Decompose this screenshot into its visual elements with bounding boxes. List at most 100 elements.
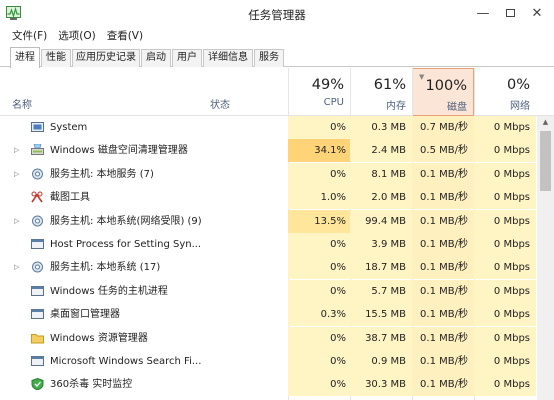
process-name: Windows 磁盘空间清理管理器: [50, 145, 188, 157]
sort-descending-icon: ▼: [419, 73, 425, 81]
gear-icon: [32, 168, 43, 180]
process-network: 0 Mbps: [474, 116, 536, 139]
snipping-tool-icon: [31, 191, 43, 203]
process-cpu: 0%: [288, 350, 350, 373]
minimize-button[interactable]: —: [470, 4, 496, 22]
process-memory: 38.7 MB: [350, 326, 412, 350]
process-memory: 0.9 MB: [350, 350, 412, 373]
memory-total-percent: 61%: [373, 77, 406, 93]
window-icon: [31, 309, 44, 320]
process-memory: 30.3 MB: [350, 373, 412, 397]
tab-app-history[interactable]: 应用历史记录: [72, 49, 140, 67]
process-memory: 18.7 MB: [350, 256, 412, 280]
tab-startup[interactable]: 启动: [141, 49, 171, 67]
process-network: 0 Mbps: [474, 373, 536, 397]
process-row[interactable]: 截图工具 1.0% 2.0 MB 0.1 MB/秒 0 Mbps: [0, 186, 554, 210]
tab-users[interactable]: 用户: [172, 49, 202, 67]
process-row[interactable]: Microsoft Windows Search Fi... 0% 0.9 MB 0.…: [0, 350, 554, 373]
menu-view[interactable]: 查看(V): [107, 27, 143, 45]
process-cpu: 0%: [288, 162, 350, 186]
task-manager-window: 任务管理器 — ✕ 文件(F) 选项(O) 查看(V) 进程 性能 应用历史记录…: [0, 0, 554, 400]
process-name: Microsoft Windows Search Fi...: [50, 356, 202, 367]
process-cpu: 0%: [288, 116, 350, 139]
disk-label: 磁盘: [447, 102, 467, 113]
menu-options[interactable]: 选项(O): [58, 27, 95, 45]
scroll-up-arrow-icon[interactable]: ▲: [537, 116, 554, 129]
column-memory-header[interactable]: 61% 内存: [350, 68, 412, 116]
disk-cleanup-icon: [31, 144, 44, 156]
tab-details[interactable]: 详细信息: [203, 49, 253, 67]
process-cpu: 0%: [288, 373, 350, 397]
column-status-header[interactable]: 状态: [210, 96, 230, 111]
gear-icon: [32, 215, 43, 227]
column-name-header[interactable]: 名称: [12, 96, 32, 111]
process-name: System: [50, 122, 88, 133]
close-icon: ✕: [531, 5, 543, 21]
process-disk: 0.5 MB/秒: [412, 139, 474, 163]
process-disk: 0.1 MB/秒: [412, 256, 474, 280]
process-network: 0 Mbps: [474, 350, 536, 373]
process-memory: 0.3 MB: [350, 116, 412, 139]
column-network-header[interactable]: 0% 网络: [474, 68, 536, 116]
process-cpu: 1.0%: [288, 186, 350, 210]
vertical-scrollbar[interactable]: ▲: [537, 116, 554, 400]
process-network: 0 Mbps: [474, 256, 536, 280]
process-name: 服务主机: 本地系统(网络受限) (9): [50, 215, 202, 227]
process-row[interactable]: ▷ 服务主机: 本地系统(网络受限) (9) 13.5% 99.4 MB 0.1 MB/…: [0, 209, 554, 233]
process-row[interactable]: ▷ 服务主机: 本地系统 (17) 0% 18.7 MB 0.1 MB/秒 0 Mbps: [0, 256, 554, 280]
process-memory: 2.4 MB: [350, 139, 412, 163]
shield-icon: [31, 378, 44, 391]
process-cpu: 0%: [288, 279, 350, 303]
process-memory: 15.5 MB: [350, 303, 412, 327]
tab-services[interactable]: 服务: [254, 49, 284, 67]
process-memory: 5.7 MB: [350, 279, 412, 303]
process-network: 0 Mbps: [474, 233, 536, 256]
process-name: 桌面窗口管理器: [50, 309, 120, 321]
process-disk: 0.7 MB/秒: [412, 116, 474, 139]
column-disk-header[interactable]: ▼ 100% 磁盘: [412, 68, 474, 116]
process-memory: 3.9 MB: [350, 233, 412, 256]
gear-icon: [32, 261, 43, 273]
process-network: 0 Mbps: [474, 303, 536, 327]
process-disk: 0.1 MB/秒: [412, 350, 474, 373]
process-row[interactable]: System 0% 0.3 MB 0.7 MB/秒 0 Mbps: [0, 116, 554, 139]
tab-processes[interactable]: 进程: [10, 47, 40, 68]
tab-performance[interactable]: 性能: [41, 49, 71, 67]
process-row[interactable]: 桌面窗口管理器 0.3% 15.5 MB 0.1 MB/秒 0 Mbps: [0, 303, 554, 327]
folder-icon: [31, 333, 44, 344]
expand-arrow-icon[interactable]: ▷: [14, 139, 19, 162]
process-memory: 2.0 MB: [350, 186, 412, 210]
process-disk: 0.1 MB/秒: [412, 233, 474, 256]
process-row[interactable]: Windows 资源管理器 0% 38.7 MB 0.1 MB/秒 0 Mbps: [0, 326, 554, 350]
column-cpu-header[interactable]: 49% CPU: [288, 68, 350, 116]
process-name: Windows 资源管理器: [50, 332, 148, 344]
process-row[interactable]: ▷ 服务主机: 本地服务 (7) 0% 8.1 MB 0.1 MB/秒 0 Mbps: [0, 162, 554, 186]
process-disk: 0.1 MB/秒: [412, 279, 474, 303]
process-row[interactable]: Windows 任务的主机进程 0% 5.7 MB 0.1 MB/秒 0 Mbps: [0, 279, 554, 303]
window-icon: [31, 239, 44, 249]
scroll-thumb[interactable]: [540, 131, 551, 191]
network-label: 网络: [510, 101, 530, 112]
process-row[interactable]: Host Process for Setting Syn... 0% 3.9 MB 0…: [0, 233, 554, 256]
process-row[interactable]: 360杀毒 实时监控 0% 30.3 MB 0.1 MB/秒 0 Mbps: [0, 373, 554, 397]
process-network: 0 Mbps: [474, 326, 536, 350]
process-name: 截图工具: [50, 192, 90, 204]
process-row[interactable]: ▷ Windows 磁盘空间清理管理器 34.1% 2.4 MB 0.5 MB/秒 0 M…: [0, 139, 554, 163]
process-network: 0 Mbps: [474, 186, 536, 210]
process-name: Windows 任务的主机进程: [50, 285, 168, 297]
maximize-button[interactable]: [497, 4, 523, 22]
process-disk: 0.1 MB/秒: [412, 373, 474, 397]
expand-arrow-icon[interactable]: ▷: [14, 210, 19, 233]
process-name: 服务主机: 本地系统 (17): [50, 262, 161, 274]
process-cpu: 13.5%: [288, 209, 350, 233]
process-memory: 8.1 MB: [350, 162, 412, 186]
close-button[interactable]: ✕: [524, 4, 550, 22]
maximize-icon: [505, 9, 515, 17]
expand-arrow-icon[interactable]: ▷: [14, 256, 19, 279]
expand-arrow-icon[interactable]: ▷: [14, 163, 19, 186]
menu-file[interactable]: 文件(F): [12, 27, 47, 45]
disk-total-percent: 100%: [425, 78, 467, 94]
tab-bar: 进程 性能 应用历史记录 启动 用户 详细信息 服务: [0, 45, 554, 68]
memory-label: 内存: [386, 101, 406, 112]
process-network: 0 Mbps: [474, 209, 536, 233]
